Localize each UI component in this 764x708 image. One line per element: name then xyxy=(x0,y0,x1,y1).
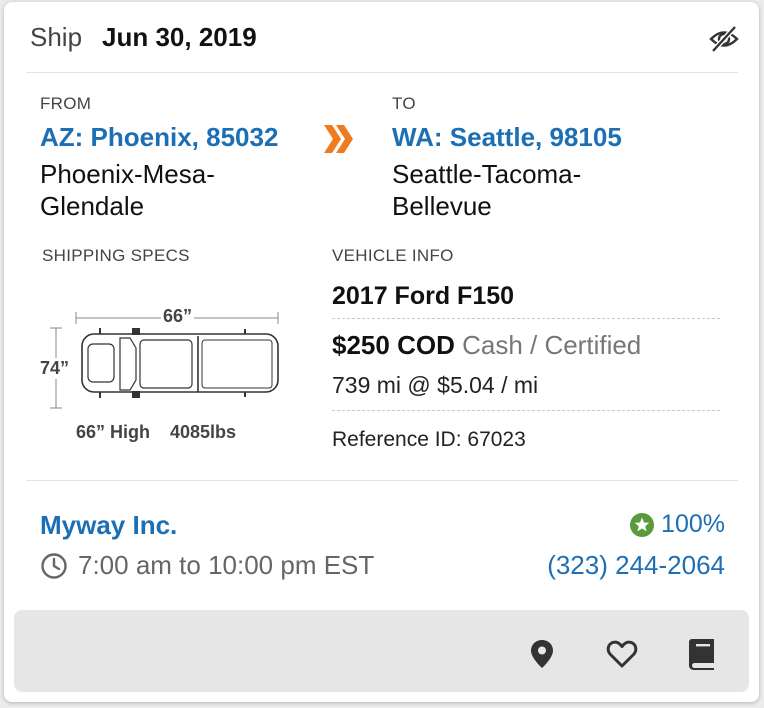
body-divider xyxy=(26,480,738,481)
header-divider xyxy=(26,72,738,73)
to-location-link[interactable]: WA: Seattle, 98105 xyxy=(392,122,622,153)
price-per-mile: 739 mi @ $5.04 / mi xyxy=(332,372,539,398)
business-hours: 7:00 am to 10:00 pm EST xyxy=(40,550,374,581)
favorite-button[interactable] xyxy=(604,636,640,672)
star-badge-icon xyxy=(630,512,655,537)
shipper-company-link[interactable]: Myway Inc. xyxy=(40,510,177,541)
shipper-rating: 100% xyxy=(629,510,725,539)
map-button[interactable] xyxy=(524,636,560,672)
heart-outline-icon xyxy=(606,640,638,668)
eye-off-icon xyxy=(709,25,739,53)
from-label: FROM xyxy=(40,94,92,113)
vehicle-name: 2017 Ford F150 xyxy=(332,282,515,310)
price-line: $250 COD Cash / Certified xyxy=(332,330,641,361)
route-arrow-icon xyxy=(322,122,356,161)
details-button[interactable] xyxy=(684,636,720,672)
hide-button[interactable] xyxy=(708,24,740,54)
spec-weight: 4085lbs xyxy=(170,422,237,442)
ship-date: Jun 30, 2019 xyxy=(102,22,257,52)
reference-id: Reference ID: 67023 xyxy=(332,428,526,451)
rate-divider xyxy=(332,410,720,411)
shipment-card: Ship Jun 30, 2019 FROM AZ: Phoenix, 8503… xyxy=(4,2,759,702)
price-amount: $250 COD xyxy=(332,330,455,360)
payment-method: Cash / Certified xyxy=(462,330,642,360)
vehicle-info-label: VEHICLE INFO xyxy=(332,246,454,265)
to-label: TO xyxy=(392,94,416,113)
ship-label: Ship xyxy=(30,22,83,52)
spec-height: 66” High xyxy=(76,422,151,442)
spec-length: 66” xyxy=(161,306,195,327)
book-icon xyxy=(689,639,714,670)
location-pin-icon xyxy=(531,640,553,668)
from-area: Phoenix-Mesa-Glendale xyxy=(40,159,215,221)
truck-diagram xyxy=(40,300,280,410)
action-bar xyxy=(14,610,749,692)
hours-text: 7:00 am to 10:00 pm EST xyxy=(78,550,375,580)
rating-value: 100% xyxy=(661,510,725,538)
shipping-specs-label: SHIPPING SPECS xyxy=(42,246,190,265)
phone-link[interactable]: (323) 244-2064 xyxy=(547,550,725,581)
vehicle-divider xyxy=(332,318,720,319)
to-area: Seattle-Tacoma-Bellevue xyxy=(392,159,582,221)
from-location-link[interactable]: AZ: Phoenix, 85032 xyxy=(40,122,278,153)
clock-icon xyxy=(41,552,67,579)
spec-width: 74” xyxy=(40,358,70,379)
